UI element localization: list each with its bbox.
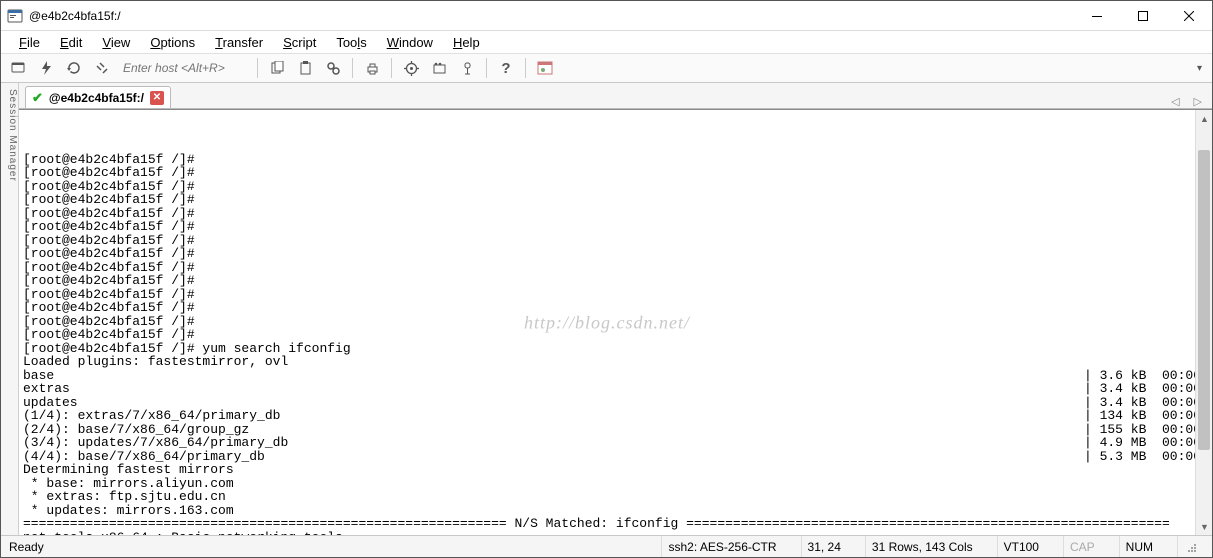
terminal-line: [root@e4b2c4bfa15f /]# (23, 234, 1191, 248)
terminal-line: (4/4): base/7/x86_64/primary_db | 5.3 MB… (23, 450, 1191, 464)
terminal-line: net-tools.x86_64 : Basic networking tool… (23, 531, 1191, 536)
minimize-button[interactable] (1074, 1, 1120, 31)
xshell-icon[interactable] (534, 57, 556, 79)
reconnect-icon[interactable] (63, 57, 85, 79)
terminal-line: * updates: mirrors.163.com (23, 504, 1191, 518)
terminal-line: Loaded plugins: fastestmirror, ovl (23, 355, 1191, 369)
terminal-line: (3/4): updates/7/x86_64/primary_db | 4.9… (23, 436, 1191, 450)
connected-icon: ✔ (32, 90, 43, 106)
scroll-up-icon[interactable]: ▲ (1196, 110, 1213, 127)
content-column: ✔ @e4b2c4bfa15f:/ ✕ ◁ ▷ http://blog.csdn… (19, 83, 1212, 535)
app-window: @e4b2c4bfa15f:/ File Edit View Options T… (0, 0, 1213, 558)
terminal-line: [root@e4b2c4bfa15f /]# yum search ifconf… (23, 342, 1191, 356)
terminal-line: [root@e4b2c4bfa15f /]# (23, 274, 1191, 288)
help-icon[interactable]: ? (495, 57, 517, 79)
copy-icon[interactable] (266, 57, 288, 79)
terminal-line: base | 3.6 kB 00:00:00 (23, 369, 1191, 383)
menu-options[interactable]: Options (140, 33, 205, 52)
tab-close-icon[interactable]: ✕ (150, 91, 164, 105)
status-grip-icon (1177, 536, 1204, 557)
menu-transfer[interactable]: Transfer (205, 33, 273, 52)
terminal-line: [root@e4b2c4bfa15f /]# (23, 193, 1191, 207)
terminal[interactable]: http://blog.csdn.net/ [root@e4b2c4bfa15f… (19, 110, 1195, 535)
status-bar: Ready ssh2: AES-256-CTR 31, 24 31 Rows, … (1, 535, 1212, 557)
toolbar-separator (352, 58, 353, 78)
scroll-thumb[interactable] (1198, 150, 1210, 450)
menu-view[interactable]: View (92, 33, 140, 52)
menu-file[interactable]: File (9, 33, 50, 52)
scroll-down-icon[interactable]: ▼ (1196, 518, 1213, 535)
terminal-line: extras | 3.4 kB 00:00:00 (23, 382, 1191, 396)
session-manager-panel[interactable]: Session Manager (1, 83, 19, 535)
options-icon[interactable] (400, 57, 422, 79)
menu-help[interactable]: Help (443, 33, 490, 52)
terminal-wrap: http://blog.csdn.net/ [root@e4b2c4bfa15f… (19, 109, 1212, 535)
status-connection: ssh2: AES-256-CTR (661, 536, 782, 557)
maximize-button[interactable] (1120, 1, 1166, 31)
terminal-line: [root@e4b2c4bfa15f /]# (23, 207, 1191, 221)
keymap-icon[interactable] (456, 57, 478, 79)
toolbar-separator (257, 58, 258, 78)
terminal-line: [root@e4b2c4bfa15f /]# (23, 220, 1191, 234)
title-bar: @e4b2c4bfa15f:/ (1, 1, 1212, 31)
menu-script[interactable]: Script (273, 33, 326, 52)
terminal-line: Determining fastest mirrors (23, 463, 1191, 477)
menu-window[interactable]: Window (377, 33, 443, 52)
status-num: NUM (1119, 536, 1159, 557)
toolbar-separator (391, 58, 392, 78)
terminal-line: [root@e4b2c4bfa15f /]# (23, 261, 1191, 275)
terminal-line: [root@e4b2c4bfa15f /]# (23, 328, 1191, 342)
terminal-line: [root@e4b2c4bfa15f /]# (23, 288, 1191, 302)
window-title: @e4b2c4bfa15f:/ (29, 9, 121, 23)
status-cap: CAP (1063, 536, 1101, 557)
terminal-line: * extras: ftp.sjtu.edu.cn (23, 490, 1191, 504)
app-icon (7, 8, 23, 24)
terminal-line: * base: mirrors.aliyun.com (23, 477, 1191, 491)
paste-icon[interactable] (294, 57, 316, 79)
disconnect-icon[interactable] (91, 57, 113, 79)
status-ready: Ready (9, 540, 44, 554)
quick-connect-icon[interactable] (35, 57, 57, 79)
terminal-line: (2/4): base/7/x86_64/group_gz | 155 kB 0… (23, 423, 1191, 437)
status-cursor: 31, 24 (801, 536, 847, 557)
session-tab[interactable]: ✔ @e4b2c4bfa15f:/ ✕ (25, 86, 171, 108)
connect-icon[interactable] (7, 57, 29, 79)
close-button[interactable] (1166, 1, 1212, 31)
menu-edit[interactable]: Edit (50, 33, 92, 52)
terminal-line: [root@e4b2c4bfa15f /]# (23, 315, 1191, 329)
terminal-line: [root@e4b2c4bfa15f /]# (23, 247, 1191, 261)
tab-label: @e4b2c4bfa15f:/ (49, 91, 144, 105)
terminal-line: [root@e4b2c4bfa15f /]# (23, 301, 1191, 315)
toolbar: ? ▾ (1, 53, 1212, 83)
terminal-line: (1/4): extras/7/x86_64/primary_db | 134 … (23, 409, 1191, 423)
print-icon[interactable] (361, 57, 383, 79)
terminal-line: [root@e4b2c4bfa15f /]# (23, 180, 1191, 194)
host-input[interactable] (119, 58, 249, 78)
toolbar-separator (486, 58, 487, 78)
find-icon[interactable] (322, 57, 344, 79)
body: Session Manager ✔ @e4b2c4bfa15f:/ ✕ ◁ ▷ … (1, 83, 1212, 535)
terminal-line: [root@e4b2c4bfa15f /]# (23, 166, 1191, 180)
menu-bar: File Edit View Options Transfer Script T… (1, 31, 1212, 53)
status-term: VT100 (997, 536, 1045, 557)
terminal-line: ========================================… (23, 517, 1191, 531)
menu-tools[interactable]: Tools (326, 33, 376, 52)
tab-bar: ✔ @e4b2c4bfa15f:/ ✕ ◁ ▷ (19, 83, 1212, 109)
toolbar-overflow-icon[interactable]: ▾ (1197, 63, 1206, 74)
tab-next-icon[interactable]: ▷ (1190, 95, 1206, 108)
status-size: 31 Rows, 143 Cols (865, 536, 979, 557)
terminal-line: [root@e4b2c4bfa15f /]# (23, 153, 1191, 167)
terminal-line: updates | 3.4 kB 00:00:00 (23, 396, 1191, 410)
session-options-icon[interactable] (428, 57, 450, 79)
scrollbar-vertical[interactable]: ▲ ▼ (1195, 110, 1212, 535)
tab-prev-icon[interactable]: ◁ (1167, 95, 1183, 108)
toolbar-separator (525, 58, 526, 78)
